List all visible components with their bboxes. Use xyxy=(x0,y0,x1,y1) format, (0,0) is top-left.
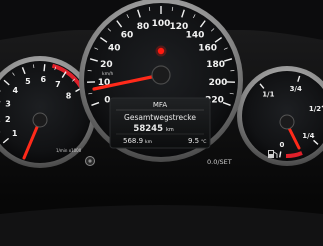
tachometer-unit: 1/min x1000 xyxy=(56,148,82,153)
fuel-gauge-hub xyxy=(279,114,295,130)
fuel-gauge-label: 1/2 xyxy=(309,105,321,113)
reset-knob-icon[interactable] xyxy=(85,156,95,166)
multifunction-display: MFA Gesamtwegstrecke 58245 km 568.9 km 9… xyxy=(109,97,211,149)
steering-column-cover xyxy=(0,205,323,246)
speedometer-hub xyxy=(151,65,171,85)
tachometer-label: 2 xyxy=(5,115,11,124)
trip-unit: km xyxy=(145,139,152,145)
tachometer-label: 4 xyxy=(12,86,18,95)
speedometer-label: 160 xyxy=(198,44,217,54)
total-distance-unit: km xyxy=(166,127,174,133)
speedometer-unit: km/h xyxy=(102,71,114,77)
speedometer-label: 20 xyxy=(100,60,113,70)
tachometer-label: 6 xyxy=(40,75,46,84)
fuel-gauge-label: 3/4 xyxy=(290,85,302,93)
fuel-gauge-label: 1/1 xyxy=(262,90,274,98)
trip-distance: 568.9 xyxy=(123,137,143,145)
speedometer-label: 140 xyxy=(186,31,205,41)
tachometer-hub xyxy=(32,112,48,128)
reset-set-button[interactable]: 0.0/SET xyxy=(207,158,232,166)
temperature-unit: °C xyxy=(201,139,206,145)
instrument-cluster: 12345 678 1/min x1000 01/41/23/41/1 01020… xyxy=(0,0,323,246)
speedometer-label: 80 xyxy=(137,22,150,32)
speedometer-label: 100 xyxy=(152,19,171,29)
tachometer-tick xyxy=(43,64,46,72)
temperature: 9.5 xyxy=(188,137,199,145)
tachometer-label: 8 xyxy=(66,91,72,100)
tachometer-label: 7 xyxy=(55,80,61,89)
tachometer-label: 3 xyxy=(5,100,11,109)
display-label: Gesamtwegstrecke xyxy=(124,113,196,122)
display-header: MFA xyxy=(153,101,167,109)
tachometer-label: 5 xyxy=(25,77,31,86)
fuel-gauge-label: 1/4 xyxy=(302,132,314,140)
speedometer-label: 40 xyxy=(108,44,121,54)
speedometer-label: 180 xyxy=(206,60,225,70)
total-distance: 58245 xyxy=(133,124,163,134)
speedometer-label: 200 xyxy=(209,78,228,88)
fuel-gauge-label: 0 xyxy=(280,141,285,149)
speedometer-label: 60 xyxy=(121,31,134,41)
tachometer-label: 1 xyxy=(12,129,18,138)
